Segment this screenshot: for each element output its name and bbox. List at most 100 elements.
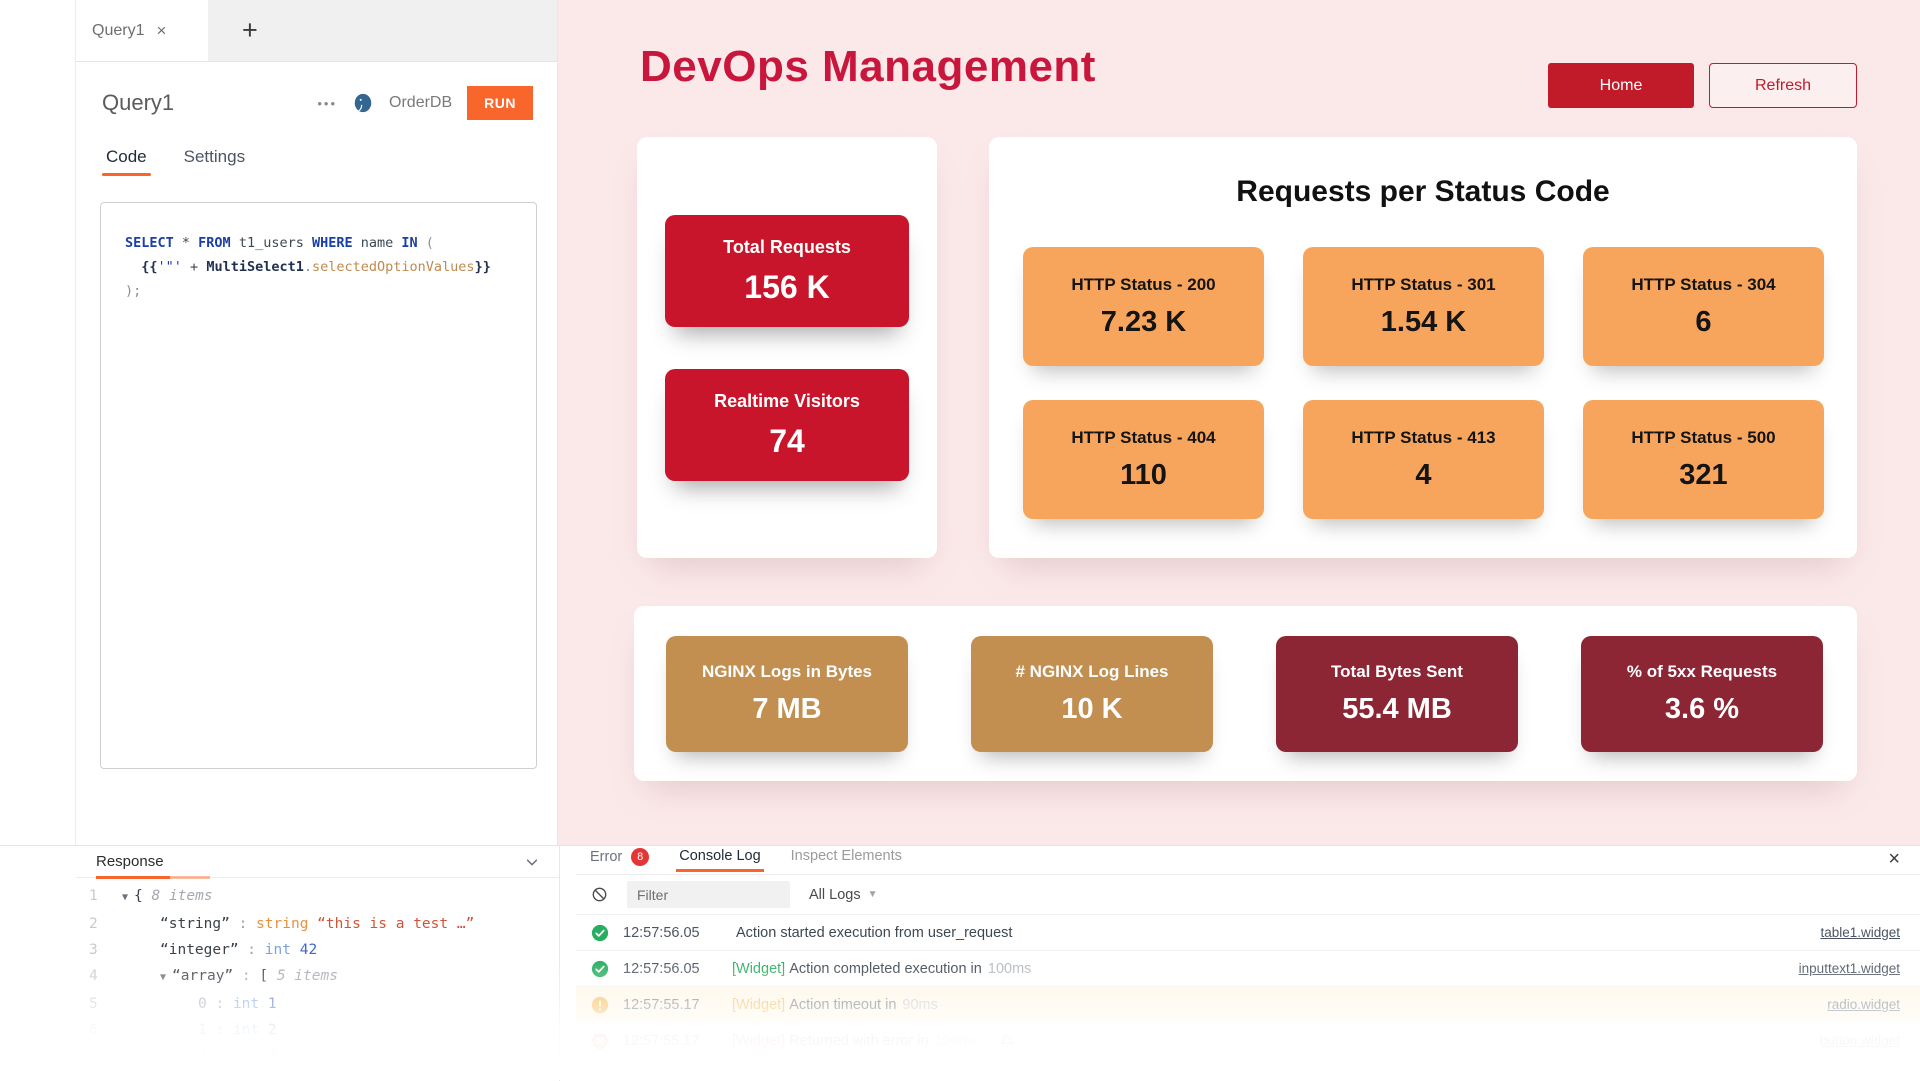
code-token: FROM bbox=[198, 235, 231, 251]
log-duration: 100ms bbox=[988, 961, 1032, 977]
stat-label: Realtime Visitors bbox=[714, 391, 860, 412]
home-button[interactable]: Home bbox=[1548, 63, 1694, 108]
stat-value: 10 K bbox=[1061, 693, 1122, 726]
console-filter-row: All Logs ▼ bbox=[576, 875, 1920, 914]
log-level-dropdown[interactable]: All Logs ▼ bbox=[809, 887, 878, 903]
stat-value: 7.23 K bbox=[1101, 306, 1186, 339]
json-token: : bbox=[207, 1022, 233, 1038]
stat-label: HTTP Status - 304 bbox=[1631, 275, 1775, 295]
widget-link[interactable]: button.widget bbox=[1820, 1033, 1900, 1048]
warning-icon bbox=[591, 996, 609, 1014]
json-token: int bbox=[233, 1048, 259, 1064]
stat-value: 321 bbox=[1679, 459, 1727, 492]
json-token: 42 bbox=[291, 942, 317, 958]
json-token: : bbox=[230, 916, 256, 932]
stat-http-200: HTTP Status - 200 7.23 K bbox=[1023, 247, 1264, 366]
stat-label: NGINX Logs in Bytes bbox=[702, 662, 872, 682]
stat-label: HTTP Status - 500 bbox=[1631, 428, 1775, 448]
run-button[interactable]: RUN bbox=[467, 86, 533, 120]
new-tab-button[interactable]: + bbox=[242, 15, 258, 46]
clear-logs-icon[interactable] bbox=[591, 886, 608, 903]
log-message: Action started execution from user_reque… bbox=[732, 925, 1014, 941]
json-content: ▼ “array” : [ 5 items bbox=[114, 963, 338, 991]
code-line: SELECT * FROM t1_users WHERE name IN ( bbox=[125, 231, 528, 255]
stat-nginx-lines: # NGINX Log Lines 10 K bbox=[971, 636, 1213, 752]
stat-total-bytes-sent: Total Bytes Sent 55.4 MB bbox=[1276, 636, 1518, 752]
response-header: Response bbox=[76, 846, 559, 878]
editor-tabs: Code Settings bbox=[106, 147, 557, 176]
code-token: WHERE bbox=[312, 235, 353, 251]
query-editor-panel: Query1 × + Query1 ••• OrderDB RUN Code S… bbox=[76, 0, 558, 845]
response-active-indicator-secondary bbox=[170, 876, 210, 879]
tab-error[interactable]: Error 8 bbox=[590, 848, 649, 874]
json-line: 72 : int 3 bbox=[76, 1043, 559, 1069]
tab-query1[interactable]: Query1 × bbox=[76, 0, 208, 61]
dashboard-canvas: DevOps Management Home Refresh Total Req… bbox=[558, 0, 1920, 845]
nginx-stats-grid: NGINX Logs in Bytes 7 MB # NGINX Log Lin… bbox=[666, 636, 1823, 752]
json-token: 1 bbox=[198, 1022, 207, 1038]
code-token: SELECT bbox=[125, 235, 174, 251]
json-token: : bbox=[207, 996, 233, 1012]
line-number: 3 bbox=[76, 937, 114, 963]
stat-http-304: HTTP Status - 304 6 bbox=[1583, 247, 1824, 366]
stat-value: 3.6 % bbox=[1665, 693, 1739, 726]
json-token: : bbox=[233, 968, 259, 984]
json-line: 61 : int 2 bbox=[76, 1017, 559, 1043]
tab-label: Query1 bbox=[92, 22, 144, 40]
log-message: [Widget]Action timeout in 90ms bbox=[732, 997, 938, 1013]
response-title: Response bbox=[96, 853, 164, 870]
log-message-text: Action timeout in bbox=[789, 997, 896, 1013]
chevron-down-icon[interactable] bbox=[525, 855, 539, 869]
sql-code-editor[interactable]: SELECT * FROM t1_users WHERE name IN ( {… bbox=[100, 202, 537, 769]
tab-code[interactable]: Code bbox=[106, 147, 147, 176]
bottom-panels: Response 1▼ { 8 items2“string” : string … bbox=[0, 845, 1920, 1080]
code-token: IN bbox=[401, 235, 417, 251]
json-content: 1 : int 2 bbox=[114, 1017, 277, 1043]
json-token: “this is a test …” bbox=[308, 916, 474, 932]
code-token: t1_users bbox=[231, 235, 312, 251]
more-menu-icon[interactable]: ••• bbox=[317, 96, 337, 111]
log-row: 12:57:56.05 Action started execution fro… bbox=[576, 914, 1920, 950]
tab-error-label: Error bbox=[590, 849, 622, 865]
status-grid: HTTP Status - 200 7.23 K HTTP Status - 3… bbox=[1023, 247, 1824, 519]
log-timestamp: 12:57:56.05 bbox=[623, 961, 718, 977]
code-line: ); bbox=[125, 279, 528, 303]
line-number: 6 bbox=[76, 1017, 114, 1043]
code-token: + bbox=[182, 259, 206, 275]
query-tabbar: Query1 × + bbox=[76, 0, 557, 62]
stat-http-413: HTTP Status - 413 4 bbox=[1303, 400, 1544, 519]
tab-inspect-elements[interactable]: Inspect Elements bbox=[791, 848, 902, 872]
widget-link[interactable]: inputtext1.widget bbox=[1799, 961, 1900, 976]
stat-value: 6 bbox=[1695, 306, 1711, 339]
close-tab-icon[interactable]: × bbox=[156, 22, 166, 39]
stat-label: HTTP Status - 404 bbox=[1071, 428, 1215, 448]
code-token: }} bbox=[475, 259, 491, 275]
console-tabs: Error 8 Console Log Inspect Elements × bbox=[576, 846, 1920, 875]
json-token: { bbox=[134, 888, 151, 904]
refresh-button[interactable]: Refresh bbox=[1709, 63, 1857, 108]
log-timestamp: 12:57:56.05 bbox=[623, 925, 718, 941]
filter-input[interactable] bbox=[627, 881, 790, 908]
bell-icon bbox=[1000, 1034, 1014, 1048]
stat-value: 55.4 MB bbox=[1342, 693, 1452, 726]
json-content: ▼ { 8 items bbox=[114, 883, 213, 911]
debug-console-panel: Error 8 Console Log Inspect Elements × A… bbox=[576, 846, 1920, 1081]
log-duration: 90ms bbox=[902, 997, 937, 1013]
stat-value: 4 bbox=[1415, 459, 1431, 492]
close-icon[interactable]: × bbox=[1888, 849, 1900, 869]
page-title: DevOps Management bbox=[640, 42, 1096, 92]
datasource-name[interactable]: OrderDB bbox=[389, 94, 452, 112]
code-token: * bbox=[174, 235, 198, 251]
widget-link[interactable]: radio.widget bbox=[1827, 997, 1900, 1012]
tab-console-log[interactable]: Console Log bbox=[679, 848, 760, 872]
success-icon bbox=[591, 960, 609, 978]
response-json-tree[interactable]: 1▼ { 8 items2“string” : string “this is … bbox=[76, 878, 559, 1069]
json-token: [ bbox=[259, 968, 276, 984]
json-token: int bbox=[265, 942, 291, 958]
log-prefix: [Widget] bbox=[732, 1033, 785, 1049]
tab-settings[interactable]: Settings bbox=[184, 147, 245, 176]
log-timestamp: 12:57:55.17 bbox=[623, 1033, 718, 1049]
code-line: {{'"' + MultiSelect1.selectedOptionValue… bbox=[125, 255, 528, 279]
stat-http-404: HTTP Status - 404 110 bbox=[1023, 400, 1264, 519]
widget-link[interactable]: table1.widget bbox=[1820, 925, 1900, 940]
